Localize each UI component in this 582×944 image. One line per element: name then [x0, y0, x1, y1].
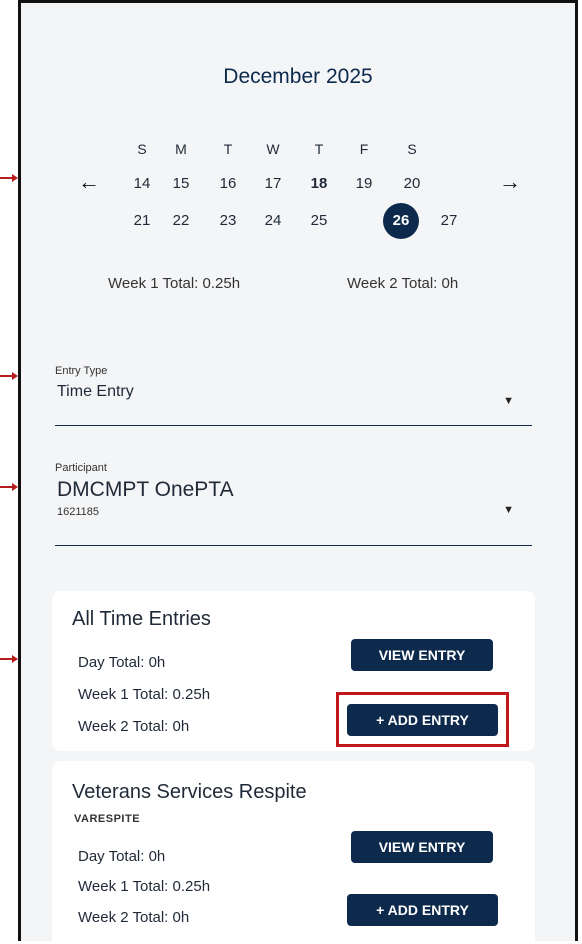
- participant-id: 1621185: [57, 506, 100, 518]
- dropdown-caret-icon: ▼: [503, 504, 514, 516]
- pointer-arrow-card: [0, 655, 18, 663]
- day-total: Day Total: 0h: [78, 848, 166, 865]
- card-title: All Time Entries: [72, 608, 211, 630]
- veterans-services-respite-card: Veterans Services Respite VARESPITE Day …: [52, 761, 535, 944]
- day-cell[interactable]: 17: [255, 166, 291, 202]
- weekday-sat: S: [407, 141, 417, 157]
- view-entry-button[interactable]: VIEW ENTRY: [351, 639, 493, 671]
- entry-type-label: Entry Type: [55, 365, 108, 377]
- week2-total: Week 2 Total: 0h: [78, 909, 190, 926]
- participant-label: Participant: [55, 462, 107, 474]
- day-cell-selected[interactable]: 26: [383, 203, 419, 239]
- day-cell[interactable]: 15: [163, 166, 199, 202]
- pointer-arrow-participant: [0, 483, 18, 491]
- participant-name: DMCMPT OnePTA: [57, 478, 234, 501]
- pointer-arrow-entry-type: [0, 372, 18, 380]
- day-cell[interactable]: 21: [124, 203, 160, 239]
- day-cell[interactable]: 27: [431, 203, 467, 239]
- day-total: Day Total: 0h: [78, 654, 166, 671]
- entry-type-value: Time Entry: [57, 383, 134, 400]
- week1-total-summary: Week 1 Total: 0.25h: [108, 275, 241, 292]
- card-title: Veterans Services Respite: [72, 781, 307, 803]
- next-week-arrow-icon[interactable]: →: [496, 169, 524, 195]
- add-entry-button[interactable]: + ADD ENTRY: [347, 894, 498, 926]
- day-cell[interactable]: 25: [301, 203, 337, 239]
- day-cell[interactable]: 20: [394, 166, 430, 202]
- participant-select[interactable]: Participant DMCMPT OnePTA 1621185 ▼: [55, 462, 532, 546]
- app-panel: December 2025 S M T W T F S 14 15 16 17 …: [18, 0, 578, 944]
- week1-total: Week 1 Total: 0.25h: [78, 878, 211, 895]
- day-cell[interactable]: 24: [255, 203, 291, 239]
- entry-type-select[interactable]: Entry Type Time Entry ▼: [55, 365, 532, 426]
- weekday-tue: T: [223, 141, 233, 157]
- day-cell[interactable]: 22: [163, 203, 199, 239]
- prev-week-arrow-icon[interactable]: ←: [75, 169, 103, 195]
- week1-total: Week 1 Total: 0.25h: [78, 686, 211, 703]
- dropdown-caret-icon: ▼: [503, 395, 514, 407]
- weekday-fri: F: [359, 141, 369, 157]
- weekday-mon: M: [175, 141, 187, 157]
- day-cell[interactable]: 23: [210, 203, 246, 239]
- month-label: December 2025: [223, 65, 373, 88]
- all-time-entries-card: All Time Entries Day Total: 0h Week 1 To…: [52, 591, 535, 751]
- weekday-wed: W: [266, 141, 280, 157]
- weekday-sun: S: [137, 141, 147, 157]
- service-code: VARESPITE: [74, 813, 141, 825]
- week2-total: Week 2 Total: 0h: [78, 718, 190, 735]
- day-cell[interactable]: 14: [124, 166, 160, 202]
- weekday-thu: T: [314, 141, 324, 157]
- day-cell-today[interactable]: 18: [301, 166, 337, 202]
- week2-total-summary: Week 2 Total: 0h: [347, 275, 459, 292]
- pointer-arrow-calendar: [0, 174, 18, 182]
- view-entry-button[interactable]: VIEW ENTRY: [351, 831, 493, 863]
- day-cell[interactable]: 19: [346, 166, 382, 202]
- highlight-box: [336, 692, 509, 747]
- day-cell[interactable]: 16: [210, 166, 246, 202]
